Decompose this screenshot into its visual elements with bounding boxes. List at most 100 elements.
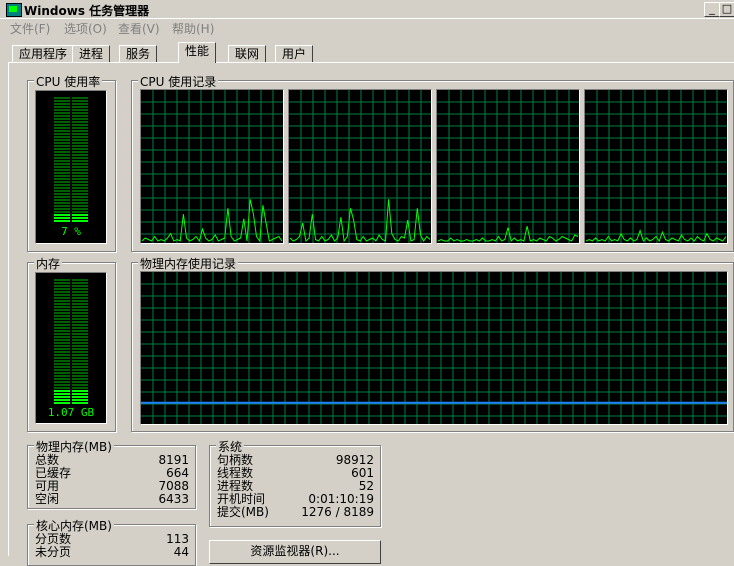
tab-users[interactable]: 用户 xyxy=(275,45,314,62)
meter-segment xyxy=(72,327,88,329)
resource-monitor-button[interactable]: 资源监视器(R)... xyxy=(209,540,381,564)
meter-segment xyxy=(54,187,70,189)
meter-segment xyxy=(72,390,88,392)
meter-segment xyxy=(54,279,70,281)
meter-segment xyxy=(54,288,70,290)
meter-segment xyxy=(54,372,70,374)
meter-segment xyxy=(54,190,70,192)
meter-segment xyxy=(54,109,70,111)
menu-view[interactable]: 查看(V) xyxy=(118,20,160,37)
meter-segment xyxy=(54,142,70,144)
meter-segment xyxy=(54,366,70,368)
task-manager-icon xyxy=(6,3,22,17)
kernel-memory-group: 核心内存(MB) 分页数 113 未分页 44 xyxy=(27,517,196,566)
tab-applications[interactable]: 应用程序 xyxy=(12,45,75,62)
meter-segment xyxy=(72,187,88,189)
tab-performance[interactable]: 性能 xyxy=(178,42,217,63)
tab-services[interactable]: 服务 xyxy=(119,45,158,62)
meter-segment xyxy=(72,127,88,129)
cpu-usage-value: 7 % xyxy=(61,225,81,238)
meter-segment xyxy=(72,172,88,174)
meter-segment xyxy=(54,336,70,338)
meter-segment xyxy=(72,121,88,123)
meter-segment xyxy=(72,142,88,144)
stat-nonpaged-value: 44 xyxy=(173,545,189,559)
cpu-core-graph-4 xyxy=(584,89,728,244)
meter-segment xyxy=(72,339,88,341)
meter-segment xyxy=(54,303,70,305)
maximize-button[interactable]: □ xyxy=(719,2,734,17)
meter-segment xyxy=(54,211,70,213)
meter-segment xyxy=(54,172,70,174)
meter-segment xyxy=(72,124,88,126)
title-bar[interactable]: Windows 任务管理器 _ □ xyxy=(0,0,734,19)
meter-segment xyxy=(72,106,88,108)
meter-segment xyxy=(54,333,70,335)
meter-segment xyxy=(54,214,70,216)
meter-segment xyxy=(54,381,70,383)
cpu-core-graph-1 xyxy=(140,89,284,244)
meter-segment xyxy=(54,178,70,180)
meter-segment xyxy=(54,199,70,201)
cpu-usage-label: CPU 使用率 xyxy=(34,73,103,90)
meter-segment xyxy=(72,160,88,162)
meter-segment xyxy=(54,345,70,347)
memory-usage-value: 1.07 GB xyxy=(47,406,95,419)
meter-segment xyxy=(72,139,88,141)
meter-segment xyxy=(54,354,70,356)
menu-options[interactable]: 选项(O) xyxy=(64,20,107,37)
window-title: Windows 任务管理器 xyxy=(24,4,150,18)
meter-segment xyxy=(72,154,88,156)
meter-segment xyxy=(54,205,70,207)
meter-segment xyxy=(72,321,88,323)
meter-segment xyxy=(54,330,70,332)
meter-segment xyxy=(72,190,88,192)
cpu-usage-meter: 7 % xyxy=(35,90,107,244)
meter-segment xyxy=(54,378,70,380)
meter-segment xyxy=(54,166,70,168)
tab-networking[interactable]: 联网 xyxy=(228,45,267,62)
meter-segment xyxy=(54,163,70,165)
meter-segment xyxy=(72,342,88,344)
meter-segment xyxy=(72,402,88,404)
meter-segment xyxy=(72,291,88,293)
meter-segment xyxy=(54,193,70,195)
minimize-button[interactable]: _ xyxy=(704,2,720,17)
meter-segment xyxy=(72,396,88,398)
meter-segment xyxy=(54,145,70,147)
meter-segment xyxy=(72,345,88,347)
stat-free-value: 6433 xyxy=(158,492,189,506)
meter-segment xyxy=(72,130,88,132)
meter-segment xyxy=(54,124,70,126)
meter-segment xyxy=(72,151,88,153)
meter-segment xyxy=(72,145,88,147)
system-group: 系统 句柄数 98912 线程数 601 进程数 52 开机时间 0:01:10… xyxy=(209,438,381,527)
meter-segment xyxy=(54,136,70,138)
meter-segment xyxy=(54,103,70,105)
meter-segment xyxy=(72,118,88,120)
menu-file[interactable]: 文件(F) xyxy=(10,20,50,37)
meter-segment xyxy=(72,202,88,204)
meter-segment xyxy=(54,148,70,150)
memory-meter: 1.07 GB xyxy=(35,272,107,424)
meter-segment xyxy=(72,363,88,365)
meter-segment xyxy=(54,291,70,293)
menu-help[interactable]: 帮助(H) xyxy=(172,20,214,37)
meter-segment xyxy=(54,175,70,177)
meter-segment xyxy=(72,169,88,171)
meter-segment xyxy=(54,121,70,123)
meter-segment xyxy=(72,399,88,401)
meter-segment xyxy=(54,309,70,311)
meter-segment xyxy=(54,217,70,219)
meter-segment xyxy=(72,378,88,380)
tab-processes[interactable]: 进程 xyxy=(72,45,111,62)
meter-segment xyxy=(54,196,70,198)
meter-segment xyxy=(54,393,70,395)
meter-segment xyxy=(72,133,88,135)
meter-segment xyxy=(72,318,88,320)
meter-segment xyxy=(54,357,70,359)
meter-segment xyxy=(72,184,88,186)
meter-segment xyxy=(72,178,88,180)
meter-segment xyxy=(72,372,88,374)
meter-segment xyxy=(72,157,88,159)
